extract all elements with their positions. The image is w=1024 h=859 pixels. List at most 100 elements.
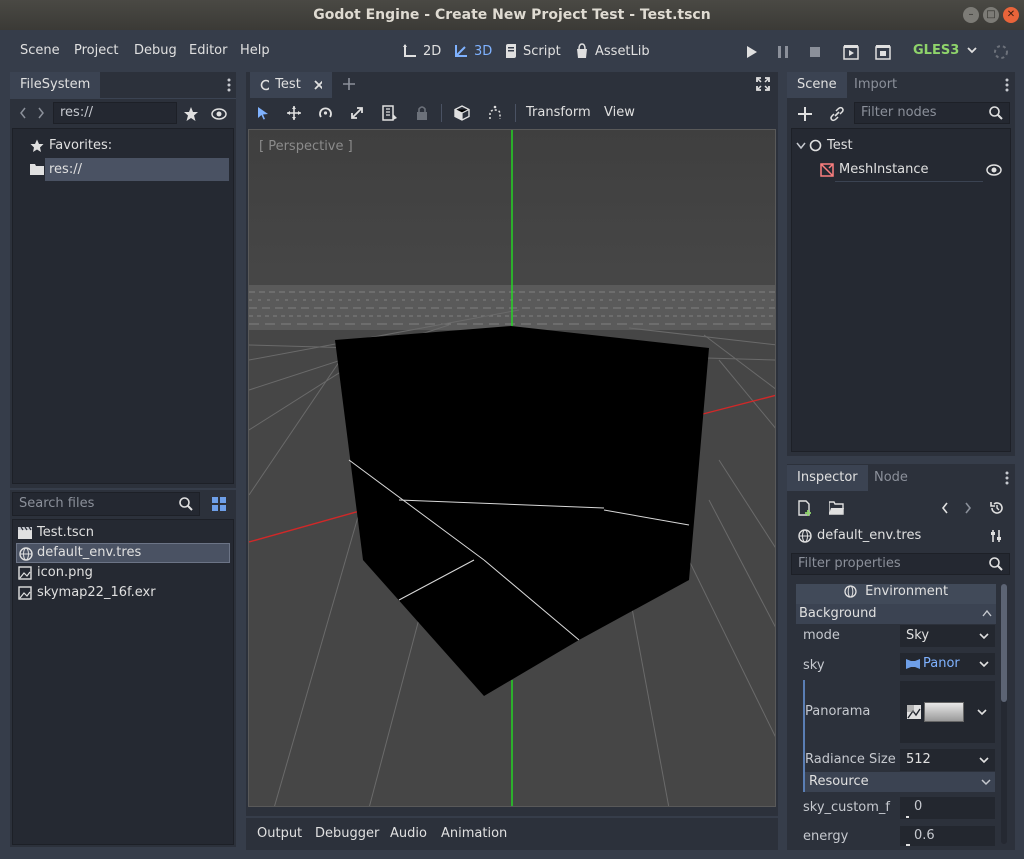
category-background[interactable]: Background — [796, 604, 996, 624]
link-icon[interactable] — [829, 106, 845, 122]
tab-node[interactable]: Node — [864, 465, 918, 491]
workspace-2d-label: 2D — [423, 43, 442, 59]
perspective-label[interactable]: [ Perspective ] — [259, 139, 353, 154]
prop-energy-label: energy — [803, 829, 849, 844]
transform-menu[interactable]: Transform — [526, 105, 591, 120]
file-name: icon.png — [37, 565, 93, 580]
grid-view-icon[interactable] — [212, 497, 226, 511]
tab-scene[interactable]: Scene — [787, 72, 847, 98]
new-resource-icon[interactable] — [798, 500, 813, 516]
window-title: Godot Engine - Create New Project Test -… — [313, 7, 711, 23]
scale-tool-icon[interactable] — [350, 106, 364, 120]
visibility-eye-icon[interactable] — [986, 163, 1002, 177]
chevron-down-icon[interactable] — [966, 46, 978, 56]
eye-icon[interactable] — [211, 106, 227, 122]
distraction-free-icon[interactable] — [756, 77, 770, 91]
workspace-3d-button[interactable]: 3D — [453, 43, 492, 59]
snap-icon[interactable] — [487, 105, 503, 121]
menu-project[interactable]: Project — [74, 43, 118, 58]
add-node-icon[interactable] — [797, 106, 813, 122]
workspace-script-button[interactable]: Script — [504, 43, 561, 59]
path-field[interactable]: res:// — [53, 102, 177, 124]
close-button[interactable]: ✕ — [1003, 7, 1019, 23]
collapse-arrow-icon[interactable] — [796, 142, 806, 150]
tab-audio[interactable]: Audio — [390, 826, 427, 841]
favorite-star-icon[interactable] — [183, 106, 199, 122]
menu-debug[interactable]: Debug — [134, 43, 177, 58]
section-title: Environment — [865, 584, 949, 599]
prop-custom-fov-spinbox[interactable]: 0 — [900, 797, 995, 819]
maximize-button[interactable]: □ — [983, 7, 999, 23]
scrollbar-thumb[interactable] — [1001, 584, 1007, 702]
dock-menu-icon[interactable] — [1004, 470, 1010, 486]
spinbox-grabber — [906, 844, 910, 846]
prop-mode-value: Sky — [906, 628, 930, 643]
close-tab-icon[interactable] — [313, 79, 322, 91]
search-icon — [179, 497, 193, 511]
play-custom-scene-icon[interactable] — [874, 43, 892, 61]
workspace-assetlib-button[interactable]: AssetLib — [574, 43, 650, 59]
2d-icon — [403, 44, 416, 57]
object-properties-icon[interactable] — [989, 529, 1003, 543]
play-scene-icon[interactable] — [842, 43, 860, 61]
tab-inspector[interactable]: Inspector — [787, 465, 868, 491]
chevron-down-icon — [979, 756, 989, 763]
lock-icon[interactable] — [415, 105, 429, 121]
dock-menu-icon[interactable] — [1004, 77, 1010, 93]
tab-import[interactable]: Import — [844, 72, 907, 98]
history-forward-icon[interactable] — [963, 501, 973, 515]
list-item[interactable]: Test.tscn — [16, 523, 230, 543]
list-item-selected[interactable]: default_env.tres — [16, 543, 230, 563]
pause-icon[interactable] — [774, 43, 792, 61]
tab-output[interactable]: Output — [257, 826, 302, 841]
prop-energy-spinbox[interactable]: 0.6 — [900, 826, 995, 846]
workspace-3d-label: 3D — [474, 43, 493, 59]
select-tool-icon[interactable] — [256, 106, 270, 120]
chevron-down-icon — [979, 660, 989, 667]
list-item[interactable]: skymap22_16f.exr — [16, 583, 230, 603]
add-tab-icon[interactable] — [342, 77, 356, 91]
prop-radiance-dropdown[interactable]: 512 — [900, 749, 995, 771]
prop-mode-dropdown[interactable]: Sky — [900, 625, 995, 647]
filter-nodes-input[interactable]: Filter nodes — [854, 102, 1010, 124]
node-test[interactable]: Test — [827, 138, 853, 153]
menu-editor[interactable]: Editor — [189, 43, 227, 58]
view-menu[interactable]: View — [604, 105, 635, 120]
dock-menu-icon[interactable] — [226, 77, 232, 93]
workspace-2d-button[interactable]: 2D — [402, 43, 441, 59]
move-tool-icon[interactable] — [287, 106, 301, 120]
prop-sky-dropdown[interactable]: Panor — [900, 653, 995, 675]
ruler-tool-icon[interactable] — [382, 105, 398, 121]
inspected-resource[interactable]: default_env.tres — [817, 528, 921, 543]
tab-filesystem[interactable]: FileSystem — [10, 72, 101, 98]
filter-properties-input[interactable]: Filter properties — [791, 553, 1010, 575]
menu-scene[interactable]: Scene — [20, 43, 60, 58]
prop-radiance-value: 512 — [906, 752, 931, 767]
search-files-input[interactable]: Search files — [12, 492, 200, 516]
category-resource[interactable]: Resource — [805, 772, 995, 792]
panorama-texture-picker[interactable] — [900, 681, 995, 743]
history-back-icon[interactable] — [940, 501, 950, 515]
tab-debugger[interactable]: Debugger — [315, 826, 379, 841]
3d-viewport[interactable]: [ Perspective ] — [248, 129, 776, 807]
prop-custom-fov-value: 0 — [914, 799, 923, 814]
prop-custom-fov-label: sky_custom_f — [803, 800, 890, 815]
node-meshinstance[interactable]: MeshInstance — [839, 162, 929, 177]
tab-animation[interactable]: Animation — [441, 826, 507, 841]
rotate-tool-icon[interactable] — [318, 106, 333, 120]
prop-sky-value: Panor — [923, 656, 960, 671]
open-folder-icon[interactable] — [829, 501, 845, 515]
forward-icon[interactable] — [36, 106, 46, 120]
minimize-button[interactable]: – — [963, 7, 979, 23]
tree-item-res-label: res:// — [49, 162, 82, 177]
renderer-selector[interactable]: GLES3 — [913, 43, 959, 58]
history-icon[interactable] — [989, 500, 1005, 516]
workspace-script-label: Script — [523, 43, 561, 59]
menu-help[interactable]: Help — [240, 43, 270, 58]
stop-icon[interactable] — [806, 43, 824, 61]
back-icon[interactable] — [18, 106, 28, 120]
list-item[interactable]: icon.png — [16, 563, 230, 583]
tab-test-scene[interactable]: Test — [250, 72, 332, 98]
play-icon[interactable] — [742, 43, 760, 61]
local-space-icon[interactable] — [454, 105, 470, 121]
